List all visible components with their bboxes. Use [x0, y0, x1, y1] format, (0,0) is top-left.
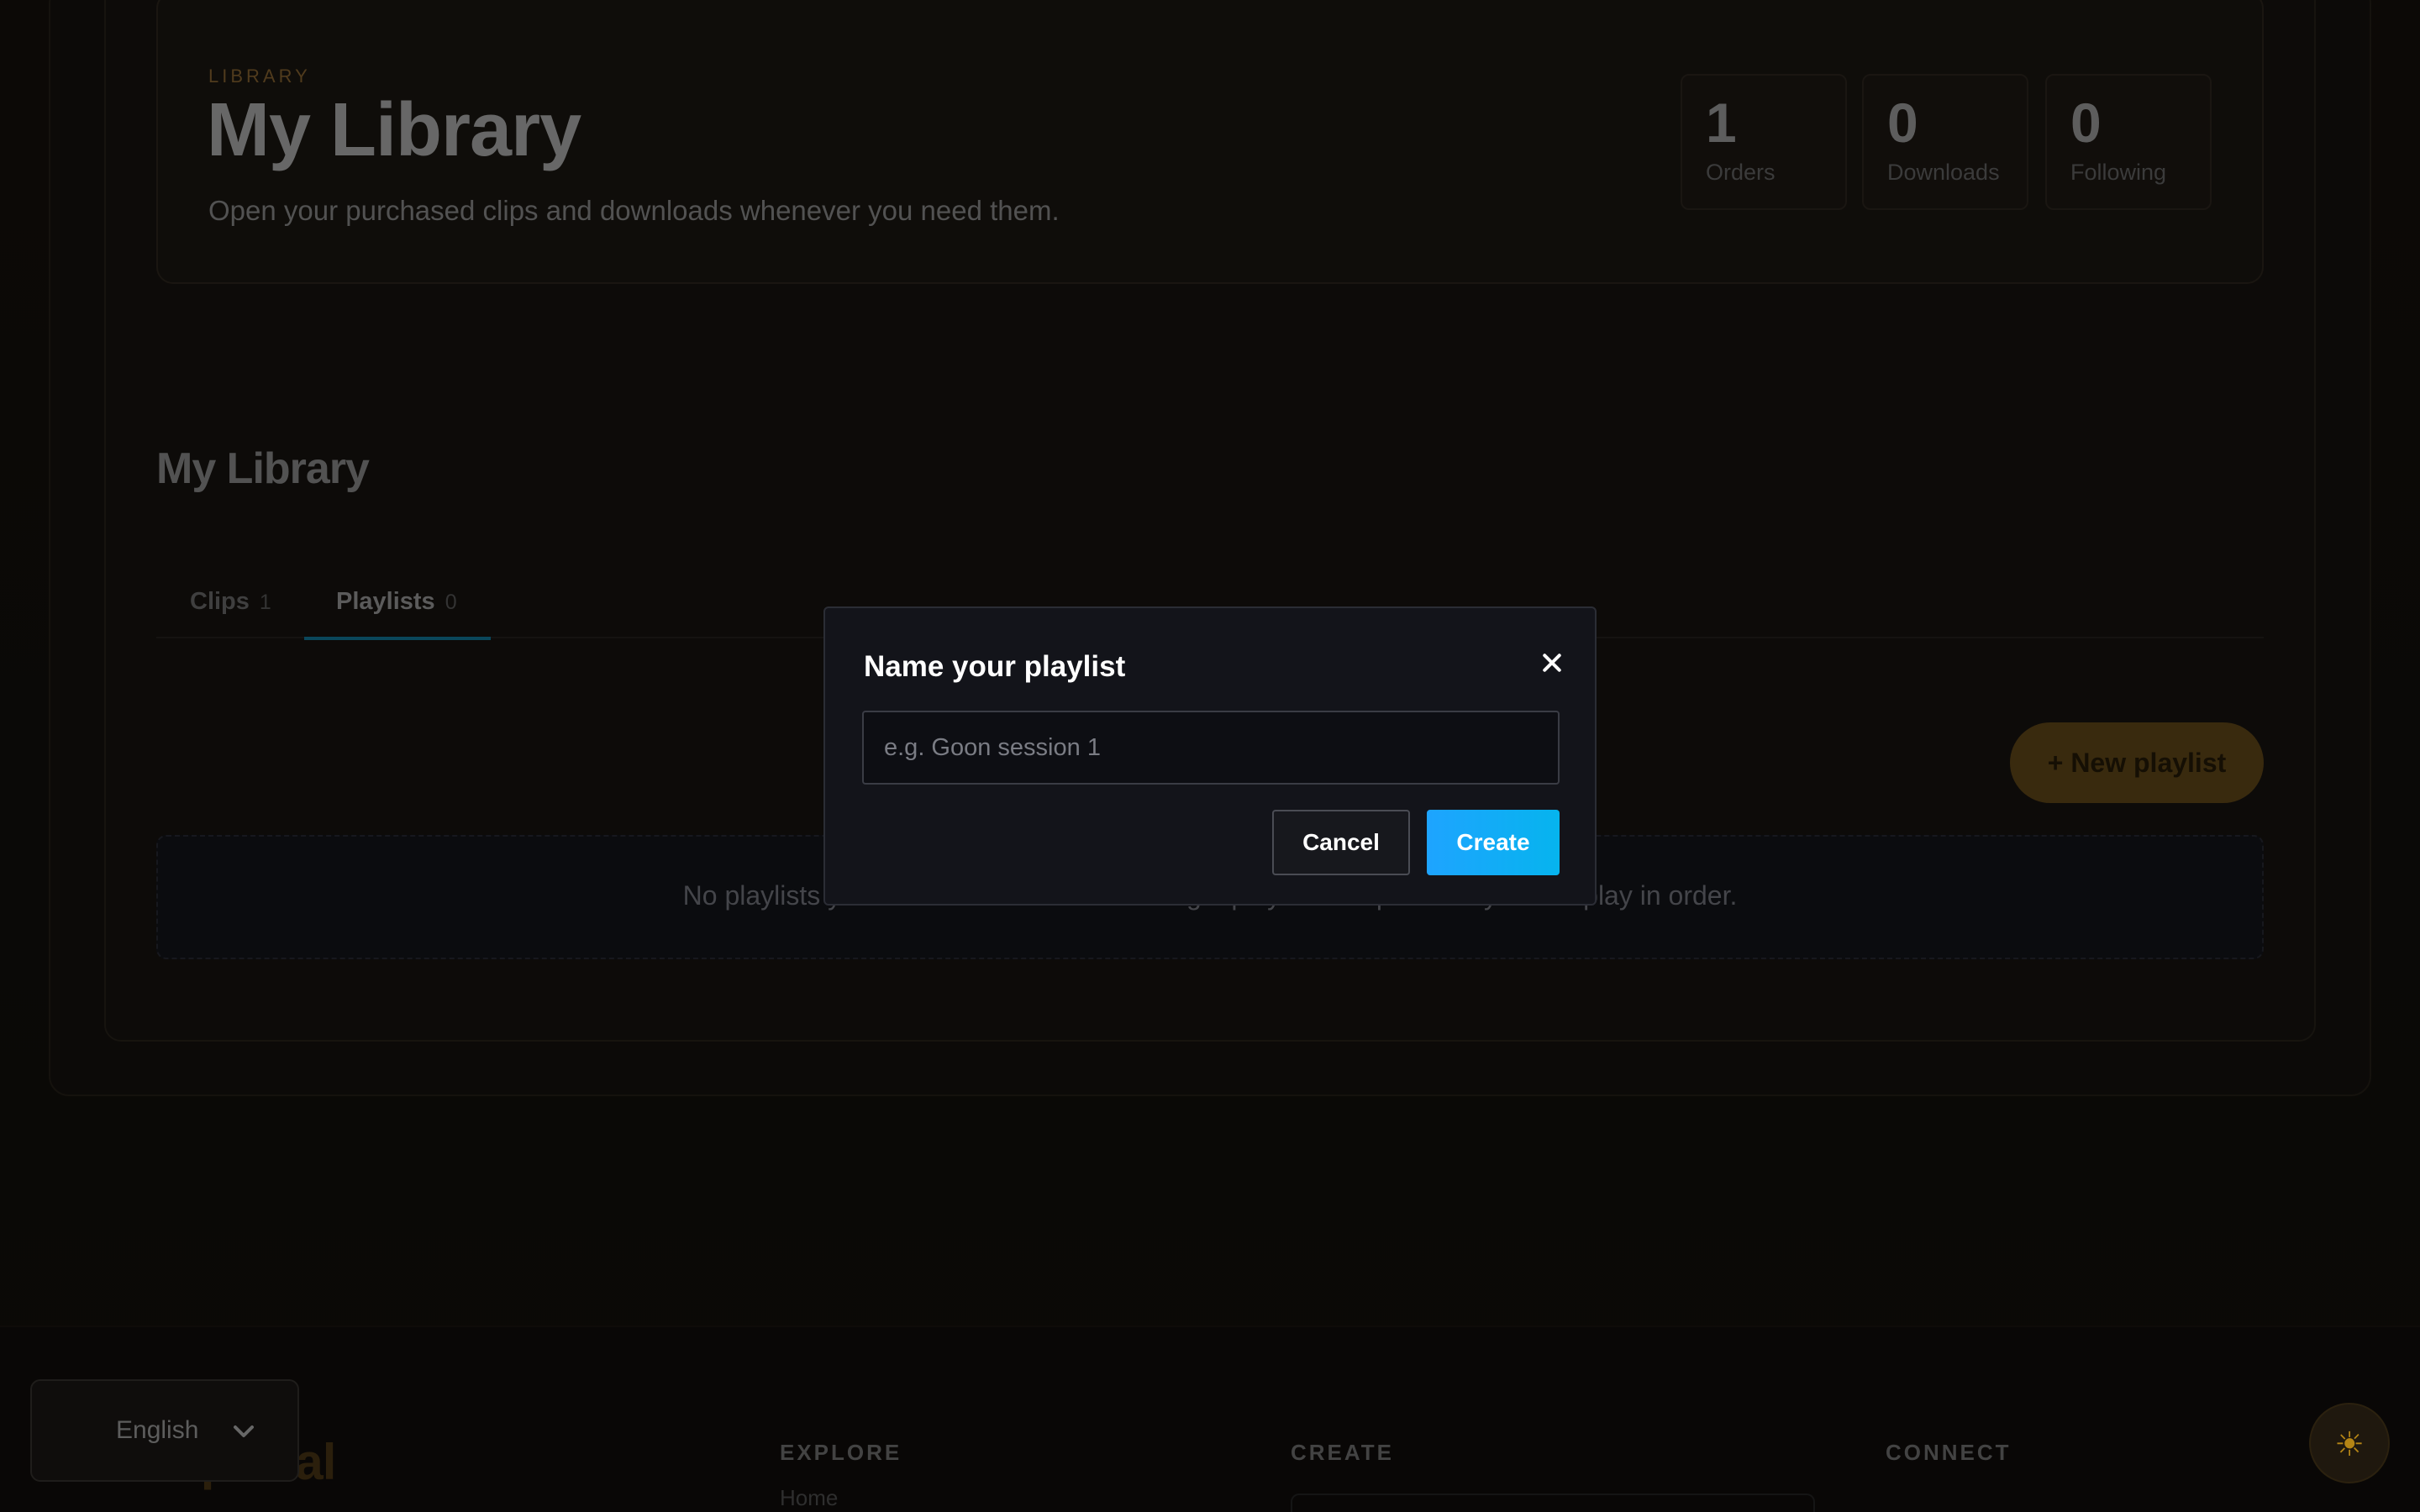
name-playlist-dialog: Name your playlist Cancel Create — [823, 606, 1597, 906]
create-button[interactable]: Create — [1427, 810, 1560, 875]
dialog-title: Name your playlist — [864, 650, 1126, 683]
close-button[interactable] — [1533, 643, 1571, 682]
cancel-button[interactable]: Cancel — [1272, 810, 1410, 875]
close-icon — [1543, 654, 1561, 672]
playlist-name-input[interactable] — [862, 711, 1560, 785]
